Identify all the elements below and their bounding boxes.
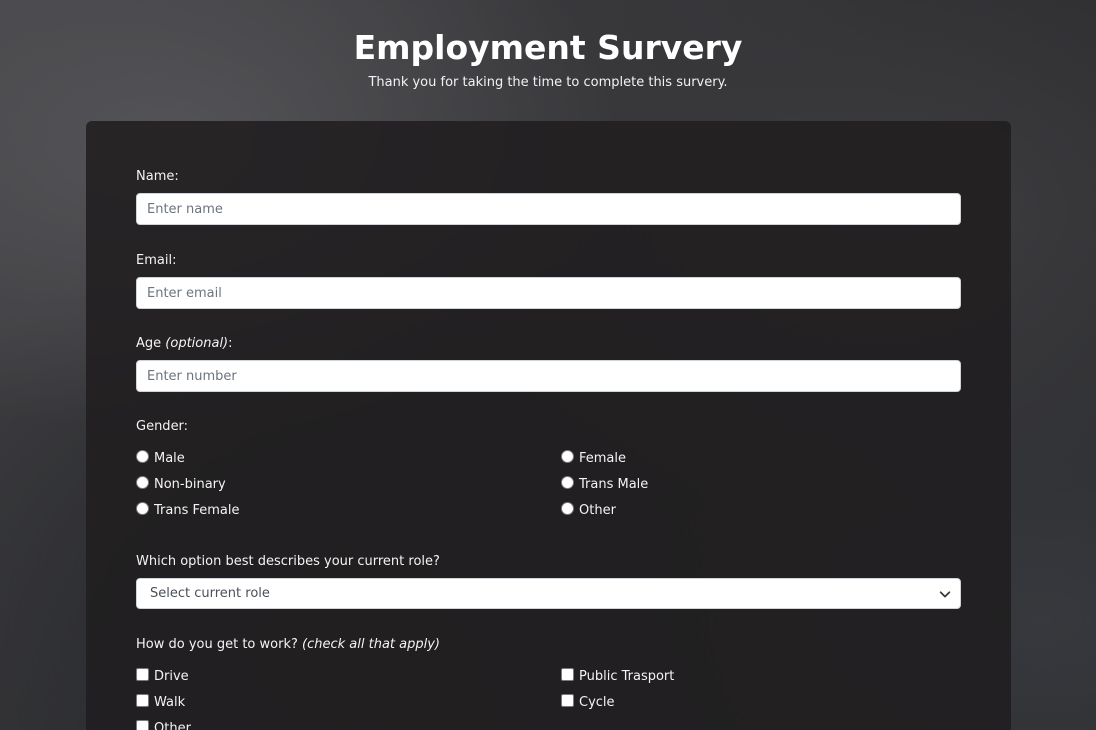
gender-option-male[interactable]: Male — [136, 448, 185, 468]
role-label: Which option best describes your current… — [136, 554, 440, 569]
name-label: Name: — [136, 169, 179, 184]
survey-form: Name: Email: Age (optional): Gender: Mal… — [86, 121, 1011, 730]
commute-option-label: Walk — [154, 694, 186, 710]
commute-option-label: Cycle — [579, 694, 615, 710]
gender-option-female[interactable]: Female — [561, 448, 626, 468]
radio-button[interactable] — [136, 475, 149, 489]
commute-option-walk[interactable]: Walk — [136, 692, 185, 712]
commute-label-note: (check all that apply) — [302, 637, 440, 652]
gender-option-label: Other — [579, 502, 616, 518]
chevron-down-icon — [939, 591, 951, 598]
email-input[interactable] — [136, 277, 961, 309]
age-field-group: Age (optional): — [136, 335, 961, 392]
age-label: Age (optional): — [136, 335, 961, 353]
gender-option-label: Male — [154, 450, 185, 466]
gender-label: Gender: — [136, 419, 189, 434]
role-select-value: Select current role — [150, 586, 270, 601]
commute-option-label: Drive — [154, 668, 189, 684]
page-description: Thank you for taking the time to complet… — [368, 75, 728, 90]
gender-field-group: Gender: Male Female Non-binary Trans Mal… — [136, 418, 961, 528]
radio-button[interactable] — [561, 449, 574, 463]
gender-option-other[interactable]: Other — [561, 500, 616, 520]
role-field-group: Which option best describes your current… — [136, 553, 961, 609]
gender-option-label: Trans Female — [154, 502, 240, 518]
gender-option-label: Female — [579, 450, 627, 466]
checkbox[interactable] — [561, 693, 574, 707]
checkbox[interactable] — [136, 693, 149, 707]
commute-option-other[interactable]: Other — [136, 718, 191, 730]
email-field-group: Email: — [136, 252, 961, 309]
checkbox[interactable] — [136, 667, 149, 681]
age-label-text: Age — [136, 336, 162, 351]
gender-option-label: Trans Male — [579, 476, 649, 492]
radio-button[interactable] — [561, 475, 574, 489]
commute-option-label: Public Trasport — [579, 668, 675, 684]
commute-options: Drive Public Trasport Walk Cycle Other — [136, 666, 961, 730]
gender-option-trans-female[interactable]: Trans Female — [136, 500, 240, 520]
radio-button[interactable] — [136, 449, 149, 463]
radio-button[interactable] — [136, 501, 149, 515]
gender-options: Male Female Non-binary Trans Male Trans … — [136, 448, 961, 528]
radio-button[interactable] — [561, 501, 574, 515]
role-select[interactable]: Select current role — [136, 578, 961, 609]
checkbox[interactable] — [136, 719, 149, 730]
age-input[interactable] — [136, 360, 961, 392]
commute-option-label: Other — [154, 720, 191, 730]
commute-option-drive[interactable]: Drive — [136, 666, 189, 686]
page-header: Employment Survery Thank you for taking … — [0, 0, 1096, 92]
name-field-group: Name: — [136, 168, 961, 225]
commute-option-public-transport[interactable]: Public Trasport — [561, 666, 674, 686]
gender-option-trans-male[interactable]: Trans Male — [561, 474, 648, 494]
commute-label: How do you get to work? (check all that … — [136, 636, 961, 654]
name-input[interactable] — [136, 193, 961, 225]
page-title: Employment Survery — [353, 28, 743, 67]
checkbox[interactable] — [561, 667, 574, 681]
commute-label-text: How do you get to work? — [136, 637, 298, 652]
gender-option-label: Non-binary — [154, 476, 226, 492]
age-optional-note: (optional) — [165, 336, 229, 351]
commute-field-group: How do you get to work? (check all that … — [136, 636, 961, 730]
gender-option-non-binary[interactable]: Non-binary — [136, 474, 226, 494]
age-label-suffix: : — [228, 336, 233, 351]
email-label: Email: — [136, 253, 177, 268]
commute-option-cycle[interactable]: Cycle — [561, 692, 615, 712]
